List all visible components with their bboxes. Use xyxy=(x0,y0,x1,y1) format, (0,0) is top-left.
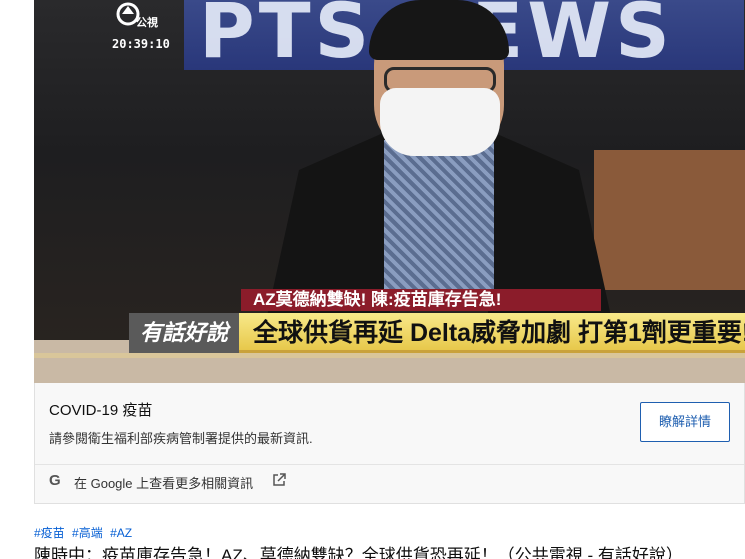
video-player[interactable]: PTS NEWS 公視 20:39:10 AZ莫德納雙缺! 陳:疫苗庫存告急! … xyxy=(34,0,745,383)
lower-third-strip xyxy=(34,353,745,358)
learn-more-button[interactable]: 瞭解詳情 xyxy=(640,402,730,442)
speaker-face-mask xyxy=(380,88,500,156)
external-link-icon[interactable] xyxy=(272,473,286,487)
lower-third-main-caption: 全球供貨再延 Delta威脅加劇 打第1劑更重要! xyxy=(239,313,745,353)
info-panel-title: COVID-19 疫苗 xyxy=(49,402,153,419)
broadcast-timestamp: 20:39:10 xyxy=(112,37,170,51)
info-panel-description: 請參閱衛生福利部疾病管制署提供的最新資訊. xyxy=(49,431,313,446)
speaker-hair xyxy=(369,0,509,60)
youtube-watch-page: PTS NEWS 公視 20:39:10 AZ莫德納雙缺! 陳:疫苗庫存告急! … xyxy=(0,0,745,559)
info-panel-divider xyxy=(35,464,744,465)
hashtag-link[interactable]: #AZ xyxy=(110,526,132,540)
hashtag-list: #疫苗 #高端 #AZ xyxy=(34,524,136,541)
background-panel xyxy=(594,150,745,290)
google-g-icon: G xyxy=(49,472,61,489)
lower-third-headline: AZ莫德納雙缺! 陳:疫苗庫存告急! xyxy=(241,289,601,311)
info-panel: COVID-19 疫苗 請參閱衛生福利部疾病管制署提供的最新資訊. 瞭解詳情 G… xyxy=(34,383,745,504)
video-title: 陳時中：疫苗庫存告急！AZ、莫德納雙缺？全球供貨恐再延！（公共電視 - 有話好說… xyxy=(34,546,683,559)
program-name: 有話好說 xyxy=(129,313,239,353)
more-options-icon[interactable]: ⋮ xyxy=(738,394,745,418)
google-more-info-link[interactable]: 在 Google 上查看更多相關資訊 xyxy=(74,473,253,492)
pts-logo: 公視 xyxy=(114,0,158,32)
logo-text: 公視 xyxy=(136,17,158,29)
speaker-shirt xyxy=(384,140,494,300)
hashtag-link[interactable]: #高端 xyxy=(72,526,103,540)
hashtag-link[interactable]: #疫苗 xyxy=(34,526,65,540)
